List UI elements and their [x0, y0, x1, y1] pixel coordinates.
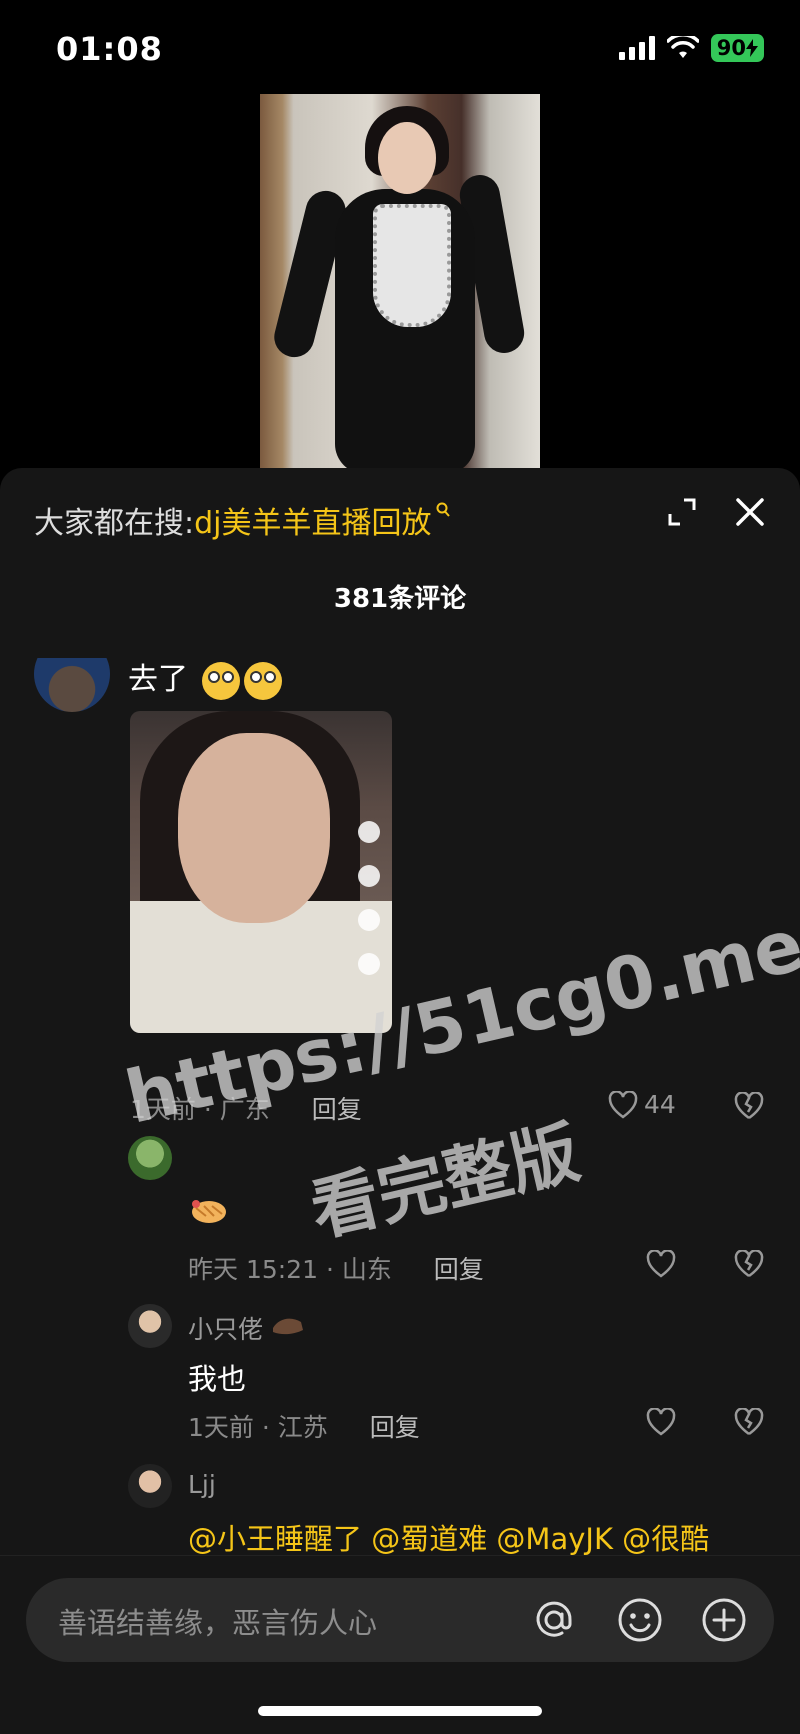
video-player[interactable]	[260, 94, 540, 468]
emoji-button[interactable]	[616, 1596, 664, 1644]
comment-composer: 善语结善缘，恶言伤人心	[0, 1555, 800, 1734]
close-button[interactable]	[728, 490, 772, 534]
broken-heart-icon	[734, 1407, 764, 1436]
comment-input[interactable]: 善语结善缘，恶言伤人心	[26, 1578, 774, 1662]
expand-button[interactable]	[660, 490, 704, 534]
avatar[interactable]	[34, 658, 110, 712]
like-button[interactable]: 44	[608, 1090, 676, 1119]
like-count: 44	[644, 1090, 676, 1119]
eye-roll-emoji-icon	[243, 661, 282, 700]
cellular-signal-icon	[618, 36, 655, 60]
emoji-icon	[618, 1598, 662, 1642]
battery-indicator: 90	[710, 34, 764, 62]
like-button[interactable]	[646, 1408, 676, 1436]
image-comment-icon	[358, 909, 380, 931]
avatar[interactable]	[128, 1304, 172, 1348]
charging-bolt-icon	[746, 39, 758, 57]
trending-search[interactable]: 大家都在搜: dj美羊羊直播回放	[34, 498, 450, 542]
dislike-button[interactable]	[734, 1091, 764, 1124]
expand-icon	[668, 498, 696, 526]
reply-button[interactable]: 回复	[370, 1413, 420, 1442]
hand-emoji-icon	[272, 1318, 303, 1335]
wifi-icon	[666, 36, 699, 58]
image-side-icons	[354, 821, 384, 975]
comment-time-location: 1天前 · 江苏	[188, 1413, 328, 1442]
heart-icon	[646, 1408, 676, 1436]
avatar[interactable]	[128, 1464, 172, 1508]
handshake-emoji-icon	[190, 1196, 228, 1236]
plus-icon	[702, 1598, 746, 1642]
add-button[interactable]	[700, 1596, 748, 1644]
trending-search-prefix: 大家都在搜:	[34, 506, 195, 541]
broken-heart-icon	[734, 1091, 764, 1120]
status-time: 01:08	[56, 30, 163, 68]
reply-button[interactable]: 回复	[312, 1095, 362, 1124]
comment-meta: 昨天 15:21 · 山东 回复	[188, 1250, 484, 1286]
comment-meta: 1天前 · 江苏 回复	[188, 1408, 420, 1444]
broken-heart-icon	[734, 1249, 764, 1278]
status-bar: 01:08 90	[0, 0, 800, 90]
comment-body: @小王睡醒了 @蜀道难 @MayJK @很酷	[188, 1522, 710, 1556]
like-button[interactable]	[646, 1250, 676, 1278]
trending-search-term[interactable]: dj美羊羊直播回放	[194, 498, 431, 542]
video-figure-bib	[373, 204, 451, 327]
mention-button[interactable]	[530, 1596, 578, 1644]
dislike-button[interactable]	[734, 1249, 764, 1282]
comment-input-placeholder: 善语结善缘，恶言伤人心	[58, 1606, 378, 1640]
comment-image[interactable]	[130, 711, 392, 1033]
dislike-button[interactable]	[734, 1407, 764, 1440]
image-face	[178, 733, 330, 923]
at-icon	[536, 1601, 572, 1637]
video-figure-head	[378, 122, 436, 194]
avatar[interactable]	[128, 1136, 172, 1180]
comment-body: 我也	[188, 1362, 247, 1396]
image-star-icon	[358, 953, 380, 975]
username[interactable]: Ljj	[188, 1470, 216, 1499]
username-text: 小只佬	[188, 1315, 264, 1344]
reply-button[interactable]: 回复	[434, 1255, 484, 1284]
search-icon	[436, 502, 450, 523]
heart-icon	[608, 1090, 638, 1119]
eye-roll-emoji-icon	[201, 661, 240, 700]
comment-text: 去了	[128, 654, 282, 700]
battery-level: 90	[716, 36, 746, 60]
status-icons: 90	[618, 34, 764, 62]
heart-icon	[646, 1250, 676, 1278]
username[interactable]: 小只佬	[188, 1310, 305, 1346]
comment-time-location: 昨天 15:21 · 山东	[188, 1255, 392, 1284]
home-indicator[interactable]	[258, 1706, 542, 1716]
close-icon	[736, 498, 764, 526]
image-heart-icon	[358, 865, 380, 887]
comment-count: 381条评论	[333, 584, 467, 614]
image-avatar-icon	[358, 821, 380, 843]
comment-sheet: 大家都在搜: dj美羊羊直播回放 381条评论 去了 1天前 · 广东 回复 4…	[0, 468, 800, 1733]
comment-body: 去了	[128, 662, 188, 697]
